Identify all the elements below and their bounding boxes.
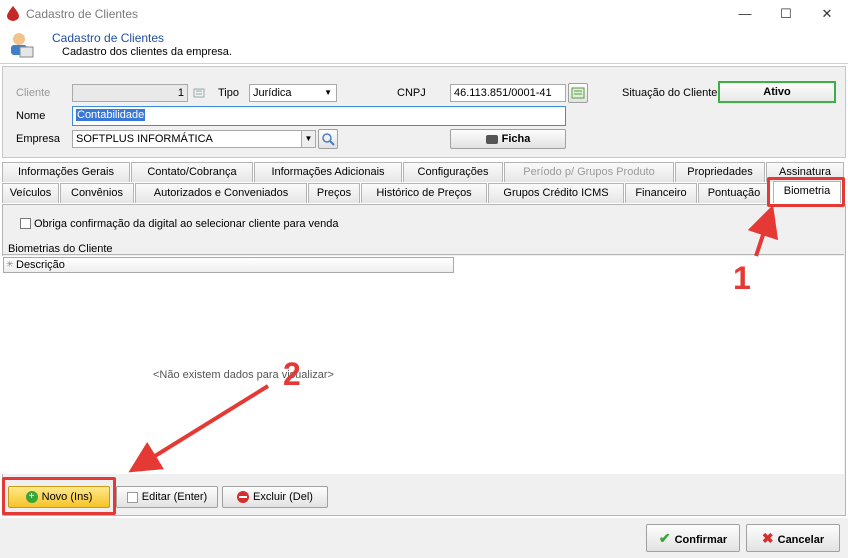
x-icon: ✖: [761, 530, 774, 546]
tab-periodo-grupos-produto: Período p/ Grupos Produto: [504, 162, 674, 182]
tab-contato-cobranca[interactable]: Contato/Cobrança: [131, 162, 253, 182]
editar-label: Editar (Enter): [141, 491, 208, 503]
tab-informacoes-gerais[interactable]: Informações Gerais: [2, 162, 130, 182]
highlight-novo-button: [2, 477, 116, 515]
ficha-label: Ficha: [501, 133, 531, 145]
group-divider: [2, 254, 844, 255]
annotation-number-1: 1: [733, 260, 751, 296]
page-title: Cadastro de Clientes: [52, 31, 165, 45]
confirmar-label: Confirmar: [674, 534, 728, 546]
cancelar-label: Cancelar: [777, 534, 825, 546]
tab-autorizados-conveniados[interactable]: Autorizados e Conveniados: [135, 183, 307, 203]
obriga-digital-label: Obriga confirmação da digital ao selecio…: [34, 218, 339, 230]
check-icon: ✔: [658, 530, 671, 546]
title-bar: Cadastro de Clientes — ☐ ✕: [0, 0, 848, 28]
tipo-value: Jurídica: [253, 87, 292, 99]
tab-convenios[interactable]: Convênios: [60, 183, 134, 203]
tab-row-2: Veículos Convênios Autorizados e Conveni…: [2, 181, 846, 203]
cancelar-button[interactable]: ✖ Cancelar: [746, 524, 840, 552]
excluir-label: Excluir (Del): [253, 491, 313, 503]
page-subtitle: Cadastro dos clientes da empresa.: [62, 46, 232, 58]
tab-financeiro[interactable]: Financeiro: [625, 183, 697, 203]
tab-precos[interactable]: Preços: [308, 183, 360, 203]
minimize-button[interactable]: —: [730, 4, 760, 24]
grid-header: ✳ Descrição: [3, 257, 454, 273]
empty-grid-message: <Não existem dados para visualizar>: [153, 369, 334, 381]
nome-label: Nome: [16, 110, 46, 122]
chevron-down-icon: ▼: [324, 88, 332, 97]
app-drop-icon: [7, 6, 19, 21]
situacao-label: Situação do Cliente: [622, 87, 718, 99]
nome-field[interactable]: Contabilidade: [72, 106, 566, 126]
tipo-select[interactable]: Jurídica ▼: [249, 84, 337, 102]
tab-grupos-credito-icms[interactable]: Grupos Crédito ICMS: [488, 183, 624, 203]
user-card-icon: [11, 33, 34, 58]
chevron-down-icon: ▼: [301, 131, 315, 147]
window-title: Cadastro de Clientes: [26, 7, 139, 21]
status-badge: Ativo: [718, 81, 836, 103]
obriga-digital-checkbox[interactable]: [20, 218, 31, 229]
tab-pontuacao[interactable]: Pontuação: [698, 183, 770, 203]
delete-icon: [237, 491, 250, 503]
tab-informacoes-adicionais[interactable]: Informações Adicionais: [254, 162, 402, 182]
maximize-button[interactable]: ☐: [771, 4, 801, 24]
printer-icon: [485, 134, 498, 144]
tab-propriedades[interactable]: Propriedades: [675, 162, 765, 182]
cnpj-lookup-button[interactable]: [568, 83, 588, 103]
empresa-value: SOFTPLUS INFORMÁTICA: [76, 133, 213, 145]
nome-value: Contabilidade: [76, 109, 146, 121]
tab-veiculos[interactable]: Veículos: [2, 183, 59, 203]
editar-button[interactable]: Editar (Enter): [116, 486, 218, 508]
tab-historico-precos[interactable]: Histórico de Preços: [361, 183, 487, 203]
tab-configuracoes[interactable]: Configurações: [403, 162, 503, 182]
tab-row-1: Informações Gerais Contato/Cobrança Info…: [2, 162, 846, 182]
empresa-select[interactable]: SOFTPLUS INFORMÁTICA ▼: [72, 130, 316, 148]
empresa-search-button[interactable]: [318, 129, 338, 149]
indicator-icon: ✳: [6, 259, 14, 269]
column-descricao[interactable]: Descrição: [16, 259, 65, 271]
search-client-icon[interactable]: [192, 85, 208, 101]
magnifier-icon: [322, 133, 335, 146]
ficha-button[interactable]: Ficha: [450, 129, 566, 149]
confirmar-button[interactable]: ✔ Confirmar: [646, 524, 740, 552]
annotation-number-2: 2: [283, 356, 301, 392]
empresa-label: Empresa: [16, 133, 61, 145]
excluir-button[interactable]: Excluir (Del): [222, 486, 328, 508]
page-header: Cadastro de Clientes Cadastro dos client…: [0, 28, 848, 64]
close-button[interactable]: ✕: [812, 4, 842, 24]
cnpj-field[interactable]: 46.113.851/0001-41: [450, 84, 566, 102]
biometrias-grid[interactable]: [2, 256, 844, 474]
tipo-label: Tipo: [218, 87, 239, 99]
highlight-biometria-tab: [767, 177, 845, 207]
cliente-label: Cliente: [16, 87, 51, 99]
cliente-code-field: 1: [72, 84, 188, 102]
list-check-icon: [571, 87, 585, 99]
cnpj-label: CNPJ: [397, 87, 426, 99]
edit-icon: [126, 491, 138, 503]
